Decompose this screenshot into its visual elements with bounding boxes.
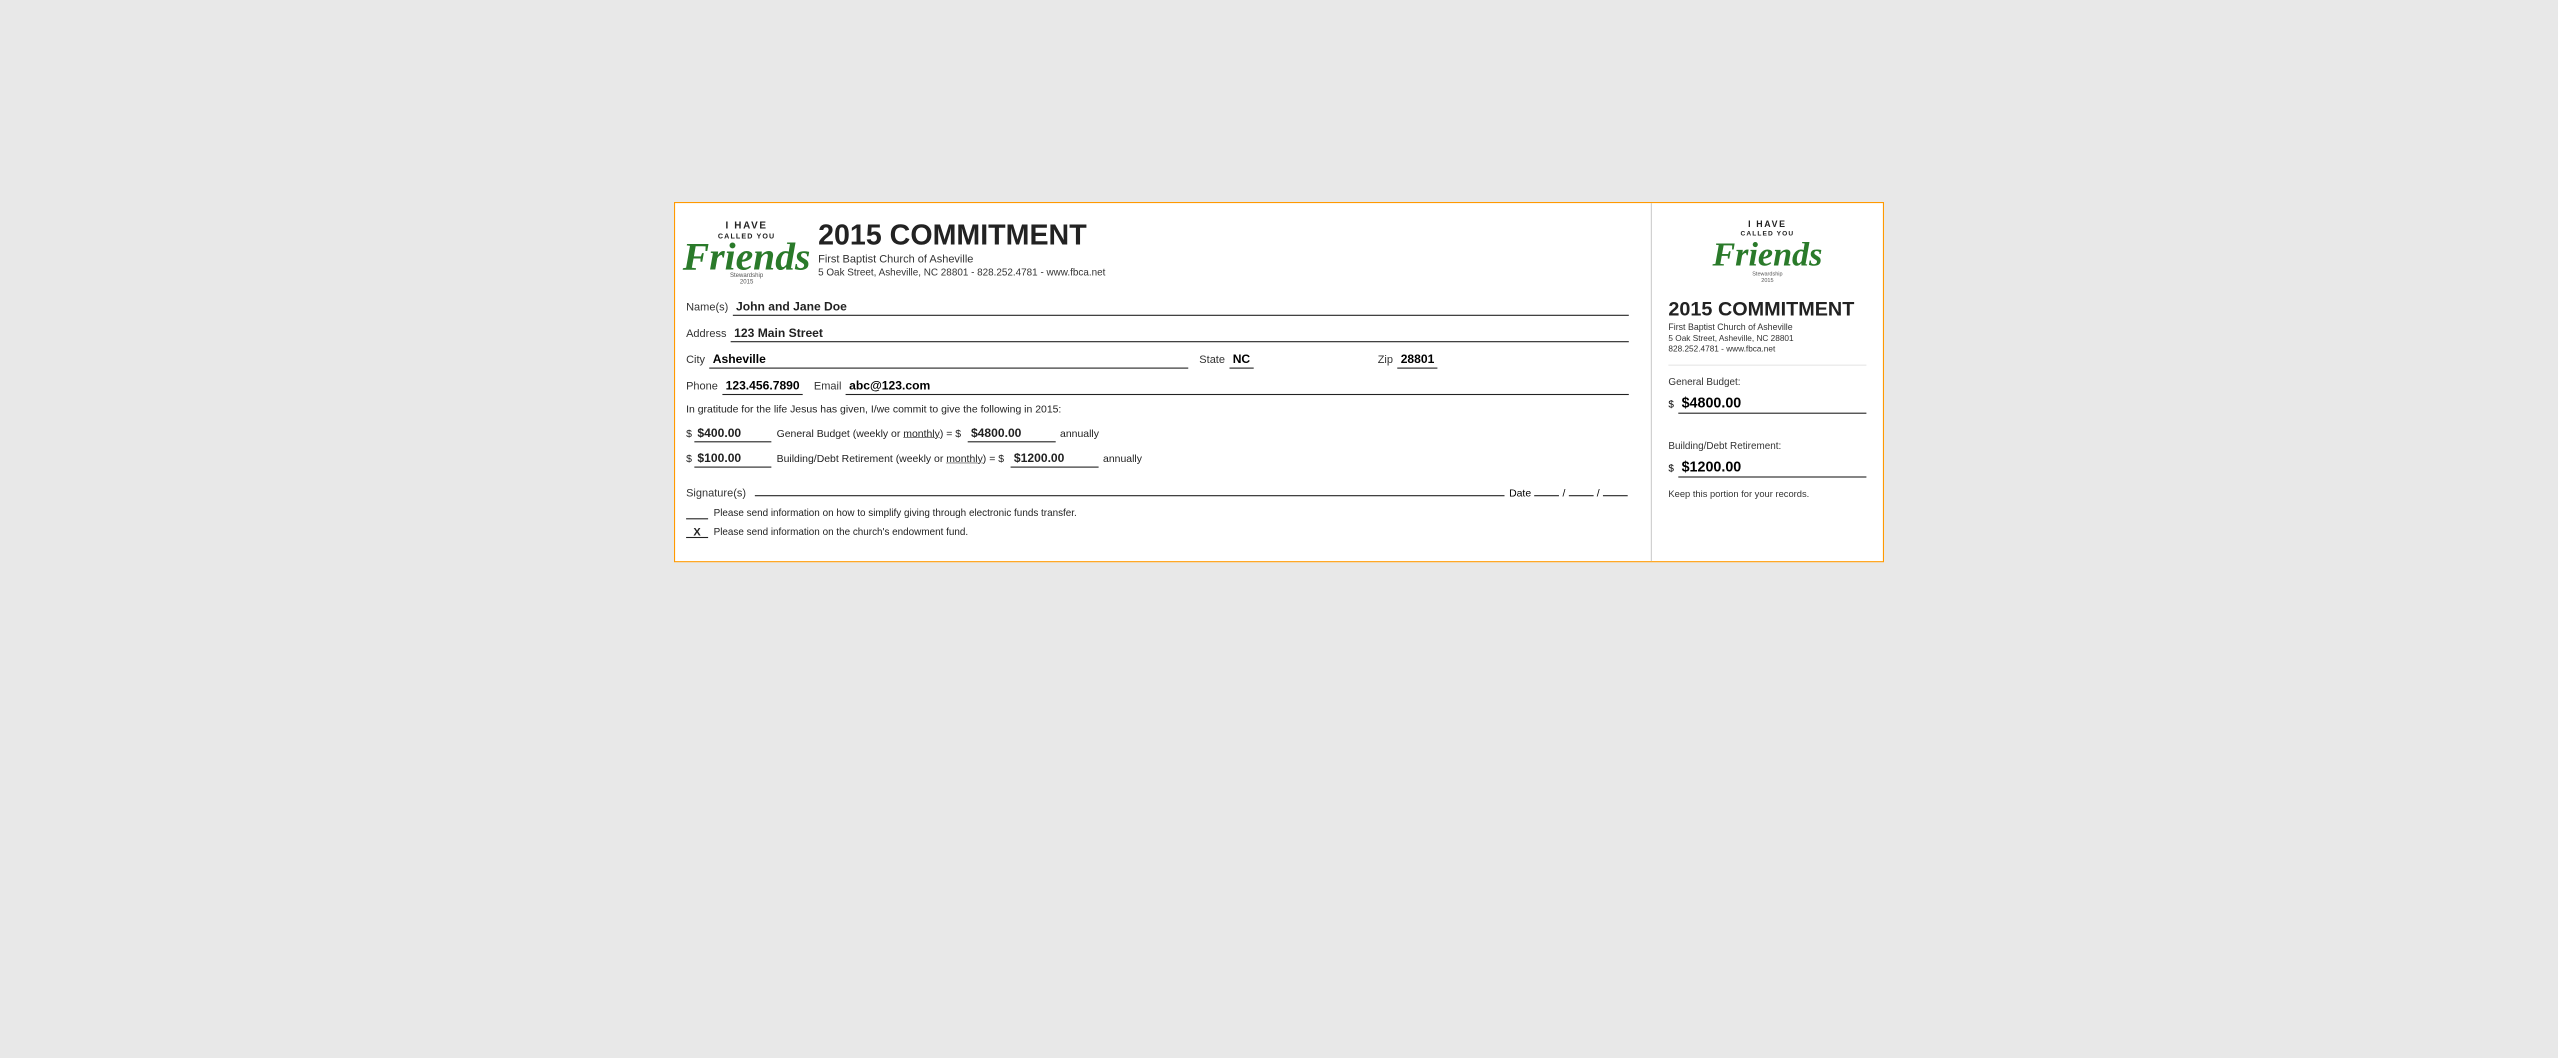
phone-email-row: Phone 123.456.7890 Email abc@123.com (686, 377, 1629, 395)
giving-row-1: $ $400.00 General Budget (weekly or mont… (686, 424, 1629, 442)
right-church-name: First Baptist Church of Asheville (1668, 322, 1792, 332)
right-commitment-title: 2015 COMMITMENT (1668, 297, 1854, 319)
date-label: Date (1509, 487, 1531, 499)
right-dollar-1: $ (1668, 398, 1674, 410)
right-budget-amount-row: $ $4800.00 (1668, 393, 1866, 413)
right-building-amount: $1200.00 (1678, 457, 1866, 477)
checkbox-row-2: Please send information on the church's … (686, 525, 1629, 537)
checkbox-2 (686, 525, 708, 537)
names-value: John and Jane Doe (733, 298, 1629, 316)
annually-label-1: annually (1060, 428, 1099, 440)
logo-area: I HAVE CALLED YOU Friends Stewardship201… (686, 219, 807, 284)
building-weekly-amount: $100.00 (694, 450, 771, 468)
signature-line (755, 484, 1505, 496)
right-church-address2: 828.252.4781 - www.fbca.net (1668, 344, 1775, 353)
email-label: Email (814, 380, 842, 393)
city-label: City (686, 353, 705, 366)
phone-value: 123.456.7890 (722, 377, 803, 395)
address-row: Address 123 Main Street (686, 324, 1629, 342)
right-logo-friends: Friends (1712, 237, 1822, 271)
signature-label: Signature(s) (686, 486, 746, 499)
state-group: State NC (1199, 351, 1366, 369)
monthly-underline-1: monthly (903, 428, 940, 440)
right-divider-1 (1668, 364, 1866, 365)
building-annual-amount: $1200.00 (1011, 450, 1099, 468)
zip-group: Zip 28801 (1378, 351, 1629, 369)
church-info: 2015 COMMITMENT First Baptist Church of … (818, 219, 1629, 278)
giving-row-2: $ $100.00 Building/Debt Retirement (week… (686, 450, 1629, 468)
email-group: Email abc@123.com (814, 377, 1629, 395)
page-wrapper: I HAVE CALLED YOU Friends Stewardship201… (674, 202, 1884, 562)
church-name: First Baptist Church of Asheville (818, 253, 1629, 266)
phone-group: Phone 123.456.7890 (686, 377, 803, 395)
general-weekly-amount: $400.00 (694, 424, 771, 442)
names-label: Name(s) (686, 300, 728, 313)
monthly-underline-2: monthly (946, 453, 983, 465)
address-label: Address (686, 327, 726, 340)
checkbox-1 (686, 507, 708, 519)
city-value: Asheville (709, 351, 1188, 369)
right-logo-area: I HAVE CALLED YOU Friends Stewardship201… (1668, 219, 1866, 283)
date-month (1534, 484, 1559, 496)
right-building-amount-row: $ $1200.00 (1668, 457, 1866, 477)
right-building-label: Building/Debt Retirement: (1668, 440, 1781, 452)
right-logo-i-have: I HAVE (1748, 219, 1787, 229)
right-dollar-2: $ (1668, 462, 1674, 474)
right-church-address1: 5 Oak Street, Asheville, NC 28801 (1668, 333, 1793, 342)
right-logo-stewardship: Stewardship2015 (1752, 271, 1782, 283)
commitment-text: In gratitude for the life Jesus has give… (686, 403, 1629, 415)
state-label: State (1199, 353, 1225, 366)
phone-label: Phone (686, 380, 718, 393)
signature-row: Signature(s) Date / / (686, 484, 1629, 499)
date-slash-2: / (1597, 487, 1600, 499)
checkbox-row-1: Please send information on how to simpli… (686, 507, 1629, 519)
logo-friends: Friends (683, 236, 811, 276)
logo-stewardship: Stewardship2015 (730, 271, 763, 284)
logo-i-have: I HAVE (726, 219, 768, 231)
date-area: Date / / (1509, 484, 1629, 499)
checkbox-1-text: Please send information on how to simpli… (714, 507, 1077, 519)
address-value: 123 Main Street (731, 324, 1629, 342)
commitment-card: I HAVE CALLED YOU Friends Stewardship201… (674, 202, 1884, 562)
zip-label: Zip (1378, 353, 1393, 366)
date-day (1569, 484, 1594, 496)
dollar-sign-2: $ (686, 453, 692, 465)
right-budget-label: General Budget: (1668, 376, 1740, 388)
header-row: I HAVE CALLED YOU Friends Stewardship201… (686, 219, 1629, 284)
zip-value: 28801 (1397, 351, 1437, 369)
city-state-row: City Asheville State NC Zip 28801 (686, 351, 1629, 369)
building-desc: Building/Debt Retirement (weekly or mont… (777, 453, 1004, 465)
checkbox-2-text: Please send information on the church's … (714, 526, 968, 538)
annually-label-2: annually (1103, 453, 1142, 465)
left-section: I HAVE CALLED YOU Friends Stewardship201… (675, 203, 1652, 561)
date-year (1603, 484, 1628, 496)
state-value: NC (1229, 351, 1253, 369)
email-value: abc@123.com (846, 377, 1629, 395)
names-row: Name(s) John and Jane Doe (686, 298, 1629, 316)
church-address: 5 Oak Street, Asheville, NC 28801 - 828.… (818, 267, 1629, 279)
general-budget-desc: General Budget (weekly or monthly) = $ (777, 428, 961, 440)
general-annual-amount: $4800.00 (968, 424, 1056, 442)
right-budget-amount: $4800.00 (1678, 393, 1866, 413)
commitment-title: 2015 COMMITMENT (818, 219, 1629, 250)
date-slash-1: / (1562, 487, 1565, 499)
dollar-sign-1: $ (686, 428, 692, 440)
city-group: City Asheville (686, 351, 1188, 369)
right-section: I HAVE CALLED YOU Friends Stewardship201… (1652, 203, 1883, 561)
right-keep-text: Keep this portion for your records. (1668, 488, 1809, 499)
